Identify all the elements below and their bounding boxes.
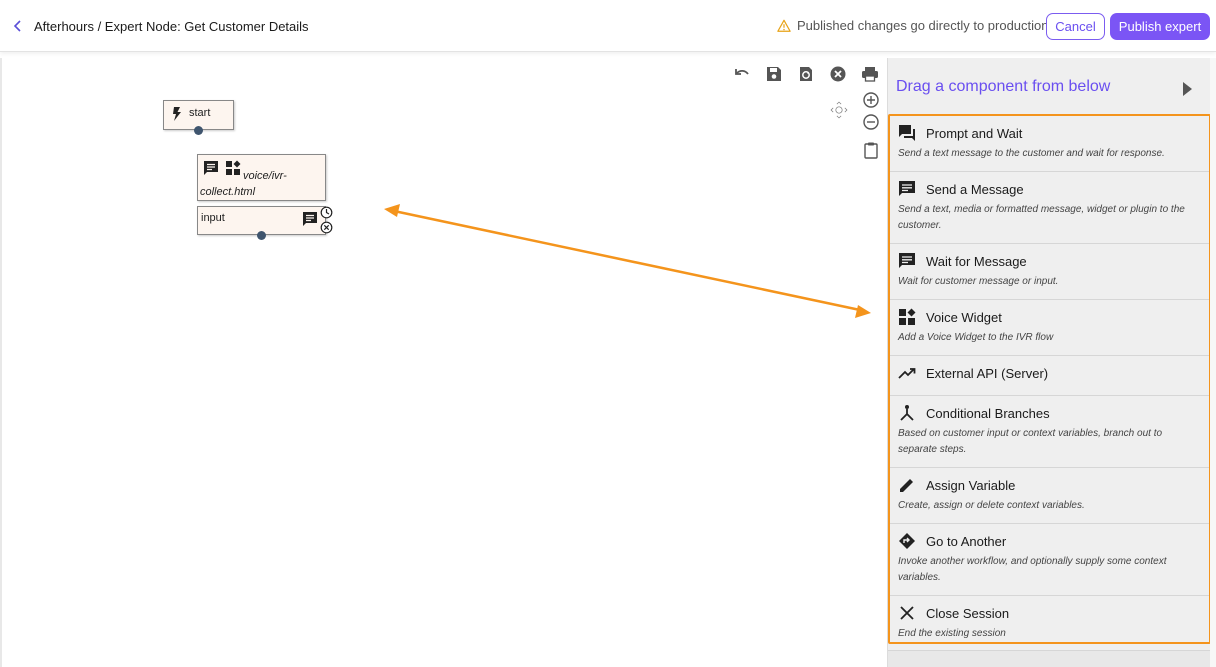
scrollbar[interactable] — [1210, 58, 1216, 667]
component-item[interactable]: Prompt and Wait Send a text message to th… — [890, 116, 1209, 172]
widgets-icon — [899, 308, 916, 325]
component-name: Assign Variable — [926, 477, 1016, 493]
component-header: Conditional Branches — [898, 404, 1201, 422]
component-name: External API (Server) — [926, 365, 1049, 381]
bolt-icon — [173, 107, 181, 121]
component-header: Send a Message — [898, 180, 1201, 198]
start-node-label: start — [189, 107, 211, 119]
collapse-panel-icon[interactable] — [1183, 82, 1192, 96]
production-warning: Published changes go directly to product… — [777, 18, 1049, 33]
zoom-in-icon[interactable] — [862, 91, 880, 109]
component-list: Prompt and Wait Send a text message to th… — [888, 114, 1211, 644]
component-header: Go to Another — [898, 532, 1201, 550]
top-bar: Afterhours / Expert Node: Get Customer D… — [0, 0, 1216, 52]
timeout-icon[interactable] — [320, 206, 333, 219]
save-icon[interactable] — [765, 65, 783, 83]
component-header: Assign Variable — [898, 476, 1201, 494]
input-output-port[interactable] — [257, 231, 266, 240]
component-description: Add a Voice Widget to the IVR flow — [898, 332, 1054, 343]
component-header: Close Session — [898, 604, 1201, 622]
panel-title: Drag a component from below — [896, 78, 1111, 95]
component-description: Based on customer input or context varia… — [898, 428, 1163, 455]
component-item[interactable]: Close Session End the existing session — [890, 596, 1209, 642]
panel-footer — [888, 650, 1211, 667]
component-item[interactable]: Voice Widget Add a Voice Widget to the IV… — [890, 300, 1209, 356]
component-description: Send a text message to the customer and … — [898, 148, 1165, 159]
component-name: Close Session — [926, 605, 1010, 621]
reload-icon[interactable] — [797, 65, 815, 83]
component-description: End the existing session — [898, 628, 1006, 639]
clipboard-icon[interactable] — [862, 141, 880, 159]
close-icon — [900, 606, 914, 620]
component-item[interactable]: Go to Another Invoke another workflow, an… — [890, 524, 1209, 596]
warning-text: Published changes go directly to product… — [797, 18, 1049, 33]
component-description: Wait for customer message or input. — [898, 276, 1059, 287]
forum-icon — [899, 125, 915, 141]
pencil-icon — [900, 479, 913, 492]
component-description: Create, assign or delete context variabl… — [898, 500, 1085, 511]
component-description: Invoke another workflow, and optionally … — [898, 556, 1167, 583]
clear-icon[interactable] — [829, 65, 847, 83]
component-item[interactable]: Assign Variable Create, assign or delete … — [890, 468, 1209, 524]
component-name: Conditional Branches — [926, 405, 1050, 421]
breadcrumb: Afterhours / Expert Node: Get Customer D… — [34, 19, 309, 34]
message-wait-icon — [899, 253, 915, 268]
component-name: Send a Message — [926, 181, 1024, 197]
start-output-port[interactable] — [194, 126, 203, 135]
message-icon — [303, 212, 317, 226]
message-icon — [899, 181, 915, 196]
component-header: Wait for Message — [898, 252, 1201, 270]
component-header: Prompt and Wait — [898, 124, 1201, 142]
component-panel: Drag a component from below Prompt and W… — [887, 58, 1216, 667]
component-item[interactable]: External API (Server) — [890, 356, 1209, 396]
component-name: Wait for Message — [926, 253, 1027, 269]
component-name: Voice Widget — [926, 309, 1002, 325]
node-template-name: voice/ivr-collect.html — [200, 170, 287, 198]
print-icon[interactable] — [861, 65, 879, 83]
canvas-left-border — [0, 58, 2, 667]
publish-expert-button[interactable]: Publish expert — [1110, 13, 1210, 40]
component-item[interactable]: Send a Message Send a text, media or form… — [890, 172, 1209, 244]
flow-canvas[interactable] — [0, 58, 887, 667]
chevron-left-icon[interactable] — [10, 16, 26, 36]
component-header: Voice Widget — [898, 308, 1201, 326]
cancel-button[interactable]: Cancel — [1046, 13, 1105, 40]
navigate-icon[interactable] — [822, 94, 856, 126]
input-node-label: input — [201, 212, 225, 224]
trending-up-icon — [898, 368, 916, 379]
branch-icon — [900, 405, 914, 421]
component-item[interactable]: Conditional Branches Based on customer in… — [890, 396, 1209, 468]
warning-icon — [777, 19, 791, 32]
error-icon[interactable] — [320, 221, 333, 234]
directions-icon — [899, 533, 915, 549]
zoom-out-icon[interactable] — [862, 113, 880, 131]
component-description: Send a text, media or formatted message,… — [898, 204, 1185, 231]
undo-icon[interactable] — [733, 65, 751, 83]
component-name: Go to Another — [926, 533, 1007, 549]
component-name: Prompt and Wait — [926, 125, 1023, 141]
component-header: External API (Server) — [898, 364, 1201, 382]
voice-widget-node[interactable]: voice/ivr-collect.html — [197, 154, 326, 201]
component-item[interactable]: Wait for Message Wait for customer messag… — [890, 244, 1209, 300]
